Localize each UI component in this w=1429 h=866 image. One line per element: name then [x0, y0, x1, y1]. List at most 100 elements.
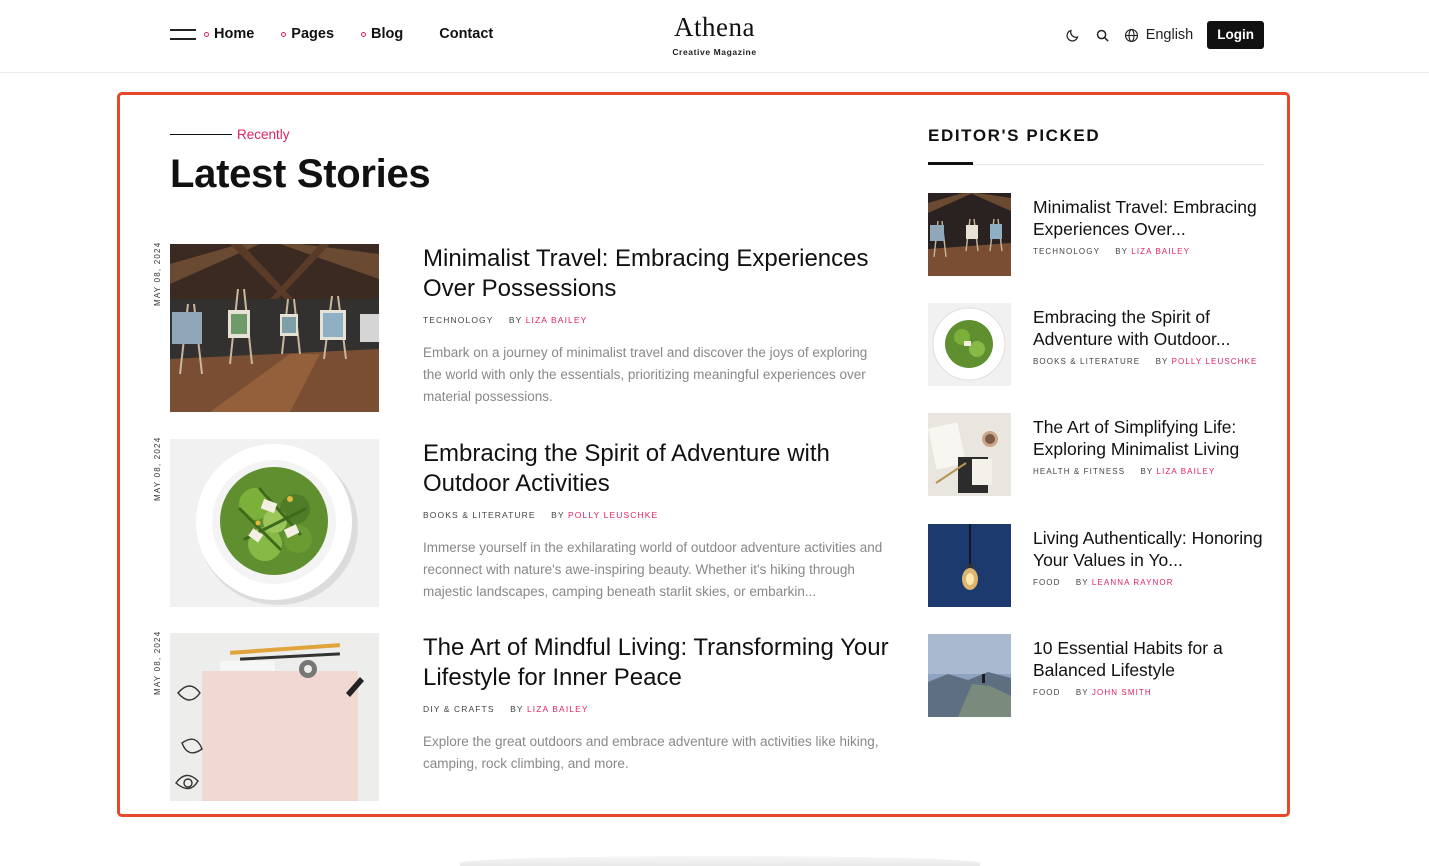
story-excerpt: Embark on a journey of minimalist travel… — [423, 345, 868, 404]
pick-author[interactable]: LIZA BAILEY — [1131, 247, 1190, 256]
story-excerpt: Immerse yourself in the exhilarating wor… — [423, 540, 883, 599]
pick-meta: FOOD BY JOHN SMITH — [1033, 688, 1265, 697]
language-label: English — [1145, 27, 1194, 43]
globe-icon — [1124, 28, 1138, 42]
nav-dot-icon — [281, 31, 287, 37]
salad-plate-image — [170, 439, 379, 607]
pick-body: The Art of Simplifying Life: Exploring M… — [1033, 416, 1265, 476]
story-thumbnail[interactable] — [170, 439, 379, 607]
nav-item-home[interactable]: Home — [204, 26, 254, 42]
story-date-label: MAY 08, 2024 — [153, 241, 162, 306]
story-body: Embracing the Spirit of Adventure with O… — [423, 439, 889, 602]
story-card: MAY 08, 2024 The Art of Mindful Living: … — [150, 631, 890, 801]
nav-item-contact[interactable]: Contact — [439, 26, 493, 42]
pick-item: Embracing the Spirit of Adventure with O… — [928, 303, 1264, 386]
story-author[interactable]: POLLY LEUSCHKE — [568, 510, 658, 520]
menu-icon[interactable] — [170, 29, 196, 41]
pick-body: Living Authentically: Honoring Your Valu… — [1033, 527, 1265, 587]
editors-picked-divider — [928, 164, 1264, 165]
next-section-edge — [460, 856, 980, 866]
moon-icon — [1066, 29, 1079, 42]
story-meta: DIY & CRAFTS BY LIZA BAILEY — [423, 704, 889, 714]
pick-author[interactable]: LIZA BAILEY — [1157, 467, 1216, 476]
eyebrow-divider — [170, 134, 232, 135]
editors-picked-accent — [928, 162, 973, 165]
cliff-landscape-image — [928, 634, 1011, 717]
pick-by: BY — [1155, 357, 1169, 366]
pick-title[interactable]: Living Authentically: Honoring Your Valu… — [1033, 527, 1265, 571]
story-thumbnail[interactable] — [170, 633, 379, 801]
story-excerpt: Explore the great outdoors and embrace a… — [423, 734, 879, 771]
pick-by: BY — [1140, 467, 1154, 476]
pick-thumbnail[interactable] — [928, 413, 1011, 496]
story-card: MAY 08, 2024 Embracing the Spirit of Adv… — [150, 437, 890, 607]
pick-category[interactable]: FOOD — [1033, 688, 1061, 697]
story-author[interactable]: LIZA BAILEY — [526, 315, 588, 325]
section-title: Latest Stories — [170, 152, 431, 196]
story-title[interactable]: The Art of Mindful Living: Transforming … — [423, 633, 889, 693]
story-category[interactable]: DIY & CRAFTS — [423, 704, 495, 714]
pick-title[interactable]: 10 Essential Habits for a Balanced Lifes… — [1033, 637, 1265, 681]
nav-item-blog[interactable]: Blog — [361, 26, 403, 42]
pick-category[interactable]: FOOD — [1033, 578, 1061, 587]
story-date: MAY 08, 2024 — [150, 631, 164, 703]
story-body: The Art of Mindful Living: Transforming … — [423, 633, 889, 775]
pick-by: BY — [1115, 247, 1128, 256]
story-thumbnail[interactable] — [170, 244, 379, 412]
pick-category[interactable]: HEALTH & FITNESS — [1033, 467, 1125, 476]
pick-thumbnail[interactable] — [928, 524, 1011, 607]
story-meta: TECHNOLOGY BY LIZA BAILEY — [423, 315, 889, 325]
story-by: BY — [508, 315, 523, 325]
pick-title[interactable]: The Art of Simplifying Life: Exploring M… — [1033, 416, 1265, 460]
nav-item-pages[interactable]: Pages — [281, 26, 334, 42]
eyebrow-label: Recently — [237, 127, 290, 142]
pick-item: 10 Essential Habits for a Balanced Lifes… — [928, 634, 1264, 717]
pick-category[interactable]: BOOKS & LITERATURE — [1033, 357, 1140, 366]
pick-body: Minimalist Travel: Embracing Experiences… — [1033, 196, 1265, 256]
pick-thumbnail[interactable] — [928, 634, 1011, 717]
nav-dot-icon — [361, 31, 367, 37]
pick-item: The Art of Simplifying Life: Exploring M… — [928, 413, 1264, 496]
nav-item-label: Blog — [371, 26, 404, 42]
editors-picked-title: EDITOR'S PICKED — [928, 126, 1101, 145]
light-bulb-image — [928, 524, 1011, 607]
nav-item-label: Pages — [291, 26, 335, 42]
pick-thumbnail[interactable] — [928, 193, 1011, 276]
story-date: MAY 08, 2024 — [150, 241, 164, 314]
pick-meta: BOOKS & LITERATURE BY POLLY LEUSCHKE — [1033, 357, 1265, 366]
story-title[interactable]: Embracing the Spirit of Adventure with O… — [423, 439, 889, 499]
pick-item: Minimalist Travel: Embracing Experiences… — [928, 193, 1264, 276]
story-by: BY — [551, 510, 565, 520]
pick-meta: FOOD BY LEANNA RAYNOR — [1033, 578, 1265, 587]
pick-body: Embracing the Spirit of Adventure with O… — [1033, 306, 1265, 366]
pick-body: 10 Essential Habits for a Balanced Lifes… — [1033, 637, 1265, 697]
site-logo[interactable]: Athena — [674, 12, 755, 42]
pick-title[interactable]: Embracing the Spirit of Adventure with O… — [1033, 306, 1265, 350]
story-body: Minimalist Travel: Embracing Experiences… — [423, 244, 889, 407]
main-nav: Home Pages Blog Contact — [204, 26, 493, 42]
pick-author[interactable]: LEANNA RAYNOR — [1092, 578, 1174, 587]
story-title[interactable]: Minimalist Travel: Embracing Experiences… — [423, 244, 889, 304]
story-meta: BOOKS & LITERATURE BY POLLY LEUSCHKE — [423, 510, 889, 520]
notebook-desk-image — [928, 413, 1011, 496]
story-date: MAY 08, 2024 — [150, 437, 164, 509]
story-category[interactable]: BOOKS & LITERATURE — [423, 510, 536, 520]
pick-title[interactable]: Minimalist Travel: Embracing Experiences… — [1033, 196, 1265, 240]
search-button[interactable] — [1092, 21, 1114, 49]
section-eyebrow: Recently — [170, 127, 290, 142]
login-button[interactable]: Login — [1207, 21, 1264, 49]
story-card: MAY 08, 2024 Minimalist Travel: Embracin… — [150, 241, 890, 412]
pick-author[interactable]: POLLY LEUSCHKE — [1172, 357, 1258, 366]
pick-author[interactable]: JOHN SMITH — [1092, 688, 1152, 697]
pick-by: BY — [1075, 578, 1089, 587]
site-header: Home Pages Blog Contact Athena Creative … — [0, 0, 1429, 73]
story-category[interactable]: TECHNOLOGY — [423, 315, 493, 325]
pick-item: Living Authentically: Honoring Your Valu… — [928, 524, 1264, 607]
story-author[interactable]: LIZA BAILEY — [527, 704, 589, 714]
pick-category[interactable]: TECHNOLOGY — [1033, 247, 1100, 256]
language-selector[interactable]: English — [1124, 27, 1194, 43]
dark-mode-toggle[interactable] — [1062, 21, 1084, 49]
pick-by: BY — [1075, 688, 1089, 697]
story-by: BY — [510, 704, 524, 714]
pick-thumbnail[interactable] — [928, 303, 1011, 386]
